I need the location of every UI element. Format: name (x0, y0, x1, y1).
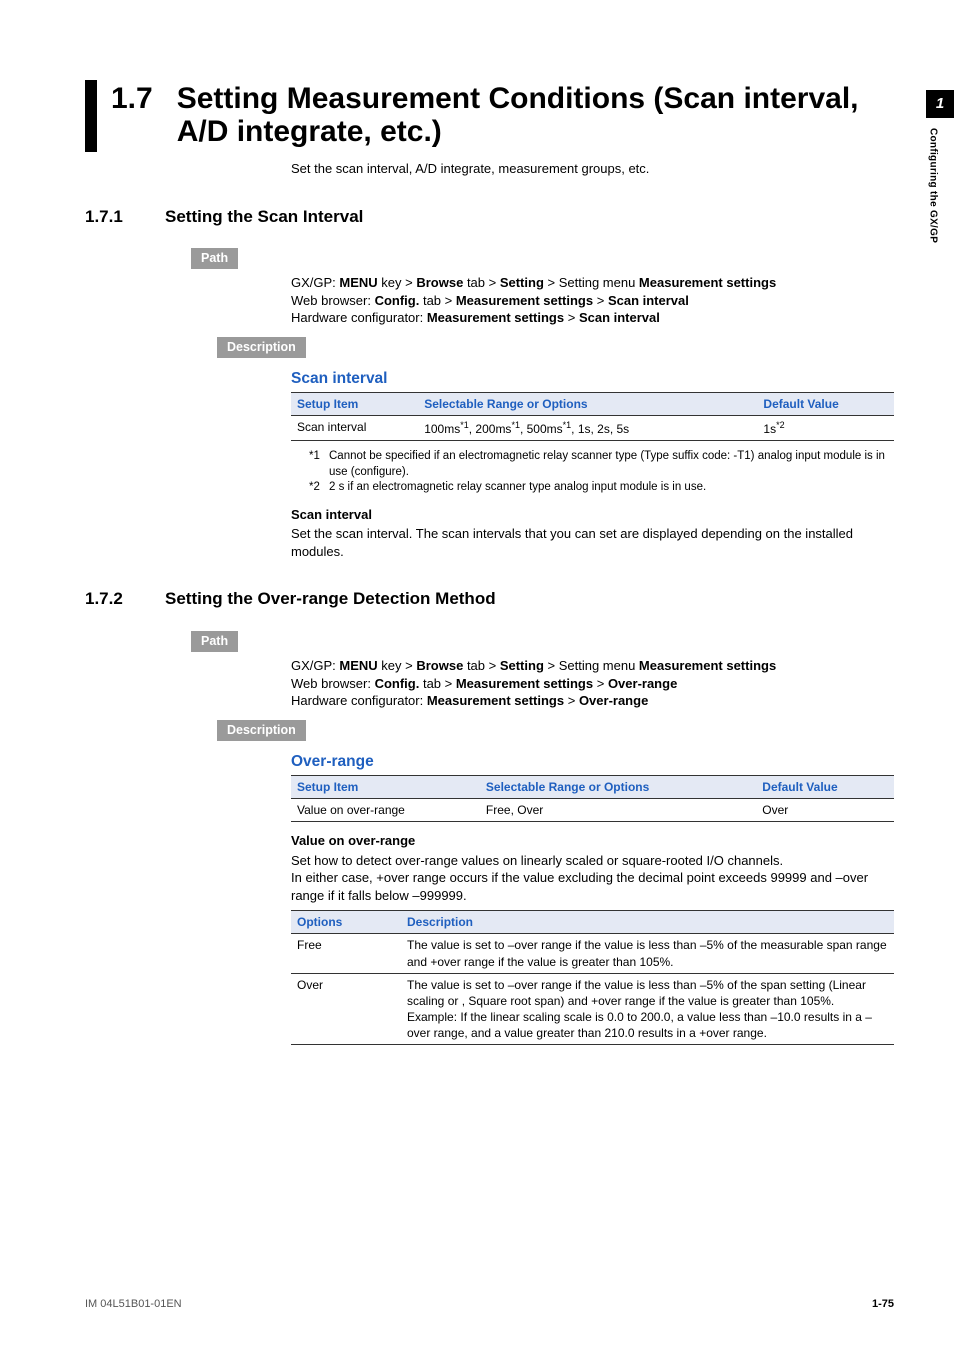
table-header-row: Setup Item Selectable Range or Options D… (291, 775, 894, 798)
cell-option: Over (291, 973, 401, 1045)
cell-option: Free (291, 934, 401, 973)
over-range-heading: Over-range (291, 752, 894, 773)
scan-interval-heading: Scan interval (291, 369, 894, 390)
param-text: Set the scan interval. The scan interval… (291, 525, 894, 560)
cell-description: The value is set to –over range if the v… (401, 973, 894, 1045)
cell-setup-item: Scan interval (291, 415, 418, 440)
subsection-number: 1.7.1 (85, 206, 165, 229)
path-line: Hardware configurator: Measurement setti… (291, 309, 894, 327)
cell-description: The value is set to –over range if the v… (401, 934, 894, 973)
cell-range: Free, Over (480, 798, 756, 821)
scan-interval-table: Setup Item Selectable Range or Options D… (291, 392, 894, 441)
path-line: Web browser: Config. tab > Measurement s… (291, 675, 894, 693)
table-header-row: Setup Item Selectable Range or Options D… (291, 392, 894, 415)
subsection-title: Setting the Scan Interval (165, 206, 363, 229)
param-subheading: Scan interval (291, 506, 894, 524)
cell-setup-item: Value on over-range (291, 798, 480, 821)
subsection-title: Setting the Over-range Detection Method (165, 588, 496, 611)
page-number: 1-75 (872, 1297, 894, 1312)
path-line: GX/GP: MENU key > Browse tab > Setting >… (291, 657, 894, 675)
doc-id: IM 04L51B01-01EN (85, 1297, 182, 1312)
path-line: Web browser: Config. tab > Measurement s… (291, 292, 894, 310)
col-description: Description (401, 911, 894, 934)
param-subheading: Value on over-range (291, 832, 894, 850)
footnote: *1Cannot be specified if an electromagne… (309, 449, 894, 480)
options-table: Options Description Free The value is se… (291, 910, 894, 1045)
footnote: *22 s if an electromagnetic relay scanne… (309, 480, 894, 496)
path-label: Path (191, 631, 238, 652)
section-title: Setting Measurement Conditions (Scan int… (177, 80, 894, 148)
table-row: Over The value is set to –over range if … (291, 973, 894, 1045)
description-label: Description (217, 337, 306, 358)
footnotes: *1Cannot be specified if an electromagne… (309, 449, 894, 496)
cell-default: Over (756, 798, 894, 821)
param-text: In either case, +over range occurs if th… (291, 869, 894, 904)
section-title-block: 1.7 Setting Measurement Conditions (Scan… (85, 80, 894, 152)
section-number: 1.7 (111, 80, 153, 115)
footnote-marker: *1 (309, 449, 329, 480)
path-line: GX/GP: MENU key > Browse tab > Setting >… (291, 274, 894, 292)
param-text: Set how to detect over-range values on l… (291, 852, 894, 870)
over-range-table: Setup Item Selectable Range or Options D… (291, 775, 894, 822)
table-header-row: Options Description (291, 911, 894, 934)
col-setup-item: Setup Item (291, 775, 480, 798)
cell-desc-line: Example: If the linear scaling scale is … (407, 1009, 888, 1041)
col-default: Default Value (757, 392, 894, 415)
description-label: Description (217, 720, 306, 741)
table-row: Scan interval 100ms*1, 200ms*1, 500ms*1,… (291, 415, 894, 440)
page-footer: IM 04L51B01-01EN 1-75 (85, 1297, 894, 1312)
subsection-heading: 1.7.2 Setting the Over-range Detection M… (85, 588, 894, 611)
description-body: Over-range Setup Item Selectable Range o… (291, 752, 894, 1046)
description-body: Scan interval Setup Item Selectable Rang… (291, 369, 894, 560)
path-label: Path (191, 248, 238, 269)
footnote-text: Cannot be specified if an electromagneti… (329, 449, 894, 480)
footnote-marker: *2 (309, 480, 329, 496)
col-options: Options (291, 911, 401, 934)
section-intro: Set the scan interval, A/D integrate, me… (291, 160, 894, 178)
table-row: Free The value is set to –over range if … (291, 934, 894, 973)
col-range: Selectable Range or Options (418, 392, 757, 415)
col-default: Default Value (756, 775, 894, 798)
col-range: Selectable Range or Options (480, 775, 756, 798)
path-line: Hardware configurator: Measurement setti… (291, 692, 894, 710)
path-body: GX/GP: MENU key > Browse tab > Setting >… (291, 274, 894, 327)
cell-desc-line: The value is set to –over range if the v… (407, 977, 888, 1009)
footnote-text: 2 s if an electromagnetic relay scanner … (329, 480, 706, 496)
table-row: Value on over-range Free, Over Over (291, 798, 894, 821)
title-side-bar (85, 80, 97, 152)
subsection-heading: 1.7.1 Setting the Scan Interval (85, 206, 894, 229)
cell-default: 1s*2 (757, 415, 894, 440)
subsection-number: 1.7.2 (85, 588, 165, 611)
cell-range: 100ms*1, 200ms*1, 500ms*1, 1s, 2s, 5s (418, 415, 757, 440)
col-setup-item: Setup Item (291, 392, 418, 415)
path-body: GX/GP: MENU key > Browse tab > Setting >… (291, 657, 894, 710)
